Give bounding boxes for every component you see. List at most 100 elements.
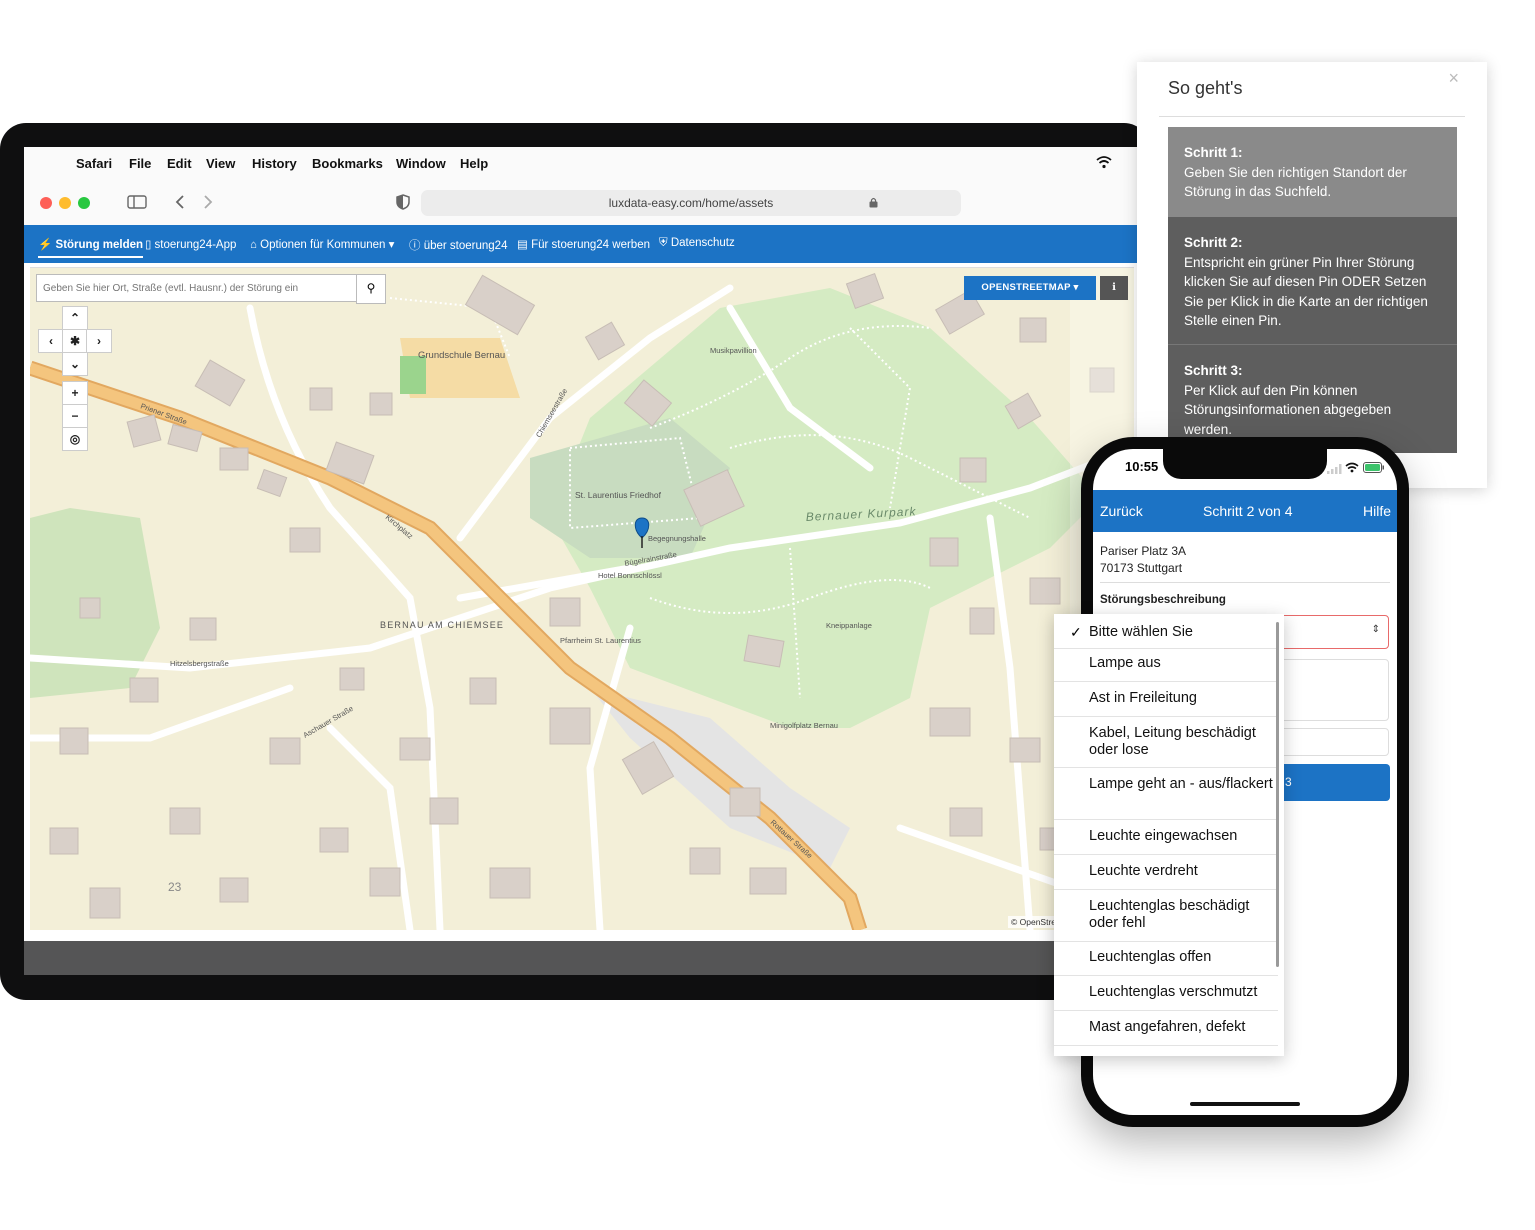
search-icon: ⚲ — [366, 281, 376, 295]
back-icon[interactable] — [174, 194, 186, 215]
pan-center-button[interactable]: ✱ — [62, 329, 88, 353]
browser-toolbar: luxdata-easy.com/home/assets — [24, 181, 1150, 226]
pan-down-button[interactable]: ⌄ — [62, 352, 88, 376]
option-leuchte-eingewachsen[interactable]: Leuchte eingewachsen — [1089, 828, 1277, 845]
back-button[interactable]: Zurück — [1100, 503, 1143, 519]
option-bitte-waehlen[interactable]: Bitte wählen Sie — [1089, 624, 1277, 641]
mac-menu-bar: Safari File Edit View History Bookmarks … — [24, 147, 1150, 181]
address-line-1: Pariser Platz 3A — [1100, 544, 1187, 558]
chevron-up-icon: ⌃ — [69, 311, 81, 325]
plus-icon: + — [71, 386, 79, 400]
status-time: 10:55 — [1125, 459, 1159, 474]
option-ast-in-freileitung[interactable]: Ast in Freileitung — [1089, 690, 1277, 707]
help-step-3-title: Schritt 3: — [1184, 363, 1243, 378]
description-label: Störungsbeschreibung — [1100, 594, 1226, 606]
option-lampe-aus[interactable]: Lampe aus — [1089, 655, 1277, 672]
option-mast-angefahren[interactable]: Mast angefahren, defekt — [1089, 1019, 1277, 1036]
privacy-shield-icon[interactable] — [396, 194, 410, 215]
help-step-1-title: Schritt 1: — [1184, 145, 1243, 160]
nav-app[interactable]: ▯ stoerung24-App — [145, 237, 236, 251]
option-divider — [1054, 681, 1278, 682]
menu-window[interactable]: Window — [396, 156, 446, 171]
address-divider — [1100, 582, 1390, 583]
option-leuchtenglas-verschmutzt[interactable]: Leuchtenglas verschmutzt — [1089, 984, 1277, 1001]
map-attribution: © OpenStre — [1008, 916, 1060, 928]
option-leuchtenglas-beschaedigt[interactable]: Leuchtenglas beschädigt oder fehl — [1089, 898, 1277, 932]
help-step-2: Schritt 2: Entspricht ein grüner Pin Ihr… — [1168, 217, 1457, 345]
nav-datenschutz[interactable]: ⛨ Datenschutz — [659, 237, 735, 250]
address-bar[interactable]: luxdata-easy.com/home/assets — [421, 190, 961, 216]
map-canvas[interactable]: Grundschule Bernau St. Laurentius Friedh… — [30, 268, 1134, 930]
pan-up-button[interactable]: ⌃ — [62, 306, 88, 330]
option-leuchtenglas-offen[interactable]: Leuchtenglas offen — [1089, 949, 1277, 966]
option-divider — [1054, 1045, 1278, 1046]
asterisk-icon: ✱ — [69, 334, 81, 348]
zoom-out-button[interactable]: − — [62, 404, 88, 428]
location-search-input[interactable] — [41, 276, 345, 300]
menu-help[interactable]: Help — [460, 156, 488, 171]
pan-left-button[interactable]: ‹ — [38, 329, 64, 353]
zoom-in-button[interactable]: + — [62, 381, 88, 405]
window-close-button[interactable] — [40, 197, 52, 209]
pan-right-button[interactable]: › — [86, 329, 112, 353]
menu-file[interactable]: File — [129, 156, 151, 171]
option-divider — [1054, 975, 1278, 976]
target-icon: ◎ — [69, 432, 81, 446]
menu-history[interactable]: History — [252, 156, 297, 171]
menu-safari[interactable]: Safari — [76, 156, 112, 171]
option-divider — [1054, 941, 1278, 942]
close-icon[interactable]: × — [1448, 68, 1459, 89]
laptop-screen: Safari File Edit View History Bookmarks … — [24, 147, 1150, 975]
nav-werben[interactable]: ▤ Für stoerung24 werben — [517, 237, 650, 251]
bolt-icon: ⚡ — [38, 239, 53, 251]
shield-icon: ⛨ — [659, 237, 668, 249]
window-minimize-button[interactable] — [59, 197, 71, 209]
help-divider — [1159, 116, 1465, 117]
locate-button[interactable]: ◎ — [62, 427, 88, 451]
chevron-down-icon: ⌄ — [69, 357, 81, 371]
window-zoom-button[interactable] — [78, 197, 90, 209]
option-lampe-flackert[interactable]: Lampe geht an - aus/flackert — [1089, 776, 1277, 793]
map-info-button[interactable]: ℹ — [1100, 276, 1128, 300]
option-leuchte-verdreht[interactable]: Leuchte verdreht — [1089, 863, 1277, 880]
reload-icon[interactable] — [942, 196, 1150, 213]
address-line-2: 70173 Stuttgart — [1100, 561, 1183, 575]
map-label-hotel: Hotel Bonnschlössl — [598, 571, 662, 580]
phone-notch — [1163, 449, 1327, 479]
help-panel: So geht's × Schritt 1: Geben Sie den ric… — [1137, 62, 1487, 488]
chevron-left-icon: ‹ — [49, 334, 53, 348]
map-label-minigolf: Minigolfplatz Bernau — [770, 721, 838, 730]
map-label-bernau: BERNAU AM CHIEMSEE — [380, 620, 504, 630]
sidebar-toggle-icon[interactable] — [127, 195, 147, 214]
nav-kommunen[interactable]: ⌂ Optionen für Kommunen ▾ — [250, 237, 394, 251]
next-button-label: 3 — [1285, 775, 1292, 789]
page-footer-bar — [24, 941, 1150, 975]
nav-ueber[interactable]: ⓘ über stoerung24 — [409, 237, 507, 253]
dropdown-scrollbar[interactable] — [1276, 622, 1279, 967]
map-label-kneippanlage: Kneippanlage — [826, 621, 872, 630]
menu-view[interactable]: View — [206, 156, 235, 171]
map-layer-button[interactable]: OPENSTREETMAP ▾ — [964, 276, 1096, 300]
forward-icon[interactable] — [202, 194, 214, 215]
option-divider — [1054, 889, 1278, 890]
menu-edit[interactable]: Edit — [167, 156, 192, 171]
map-label-hitzelsbergstrasse: Hitzelsbergstraße — [170, 659, 229, 668]
nav-stoerung-melden[interactable]: ⚡ Störung melden — [38, 237, 144, 258]
info-icon: ℹ — [1112, 282, 1116, 293]
chevron-right-icon: › — [97, 334, 101, 348]
map[interactable]: Grundschule Bernau St. Laurentius Friedh… — [30, 267, 1134, 930]
battery-icon — [1363, 460, 1385, 478]
description-dropdown: ✓ Bitte wählen Sie Lampe aus Ast in Frei… — [1054, 614, 1284, 1056]
map-label-pfarrheim: Pfarrheim St. Laurentius — [560, 636, 641, 645]
select-arrows-icon: ⇕ — [1371, 624, 1380, 635]
option-divider — [1054, 1010, 1278, 1011]
menu-bookmarks[interactable]: Bookmarks — [312, 156, 383, 171]
search-button[interactable]: ⚲ — [356, 274, 386, 304]
help-button[interactable]: Hilfe — [1363, 503, 1391, 519]
signal-icon — [1327, 461, 1343, 479]
help-step-1: Schritt 1: Geben Sie den richtigen Stand… — [1168, 127, 1457, 217]
option-kabel-beschaedigt[interactable]: Kabel, Leitung beschädigt oder lose — [1089, 725, 1277, 759]
help-title: So geht's — [1168, 78, 1243, 98]
building-icon: ⌂ — [250, 239, 257, 251]
option-divider — [1054, 854, 1278, 855]
